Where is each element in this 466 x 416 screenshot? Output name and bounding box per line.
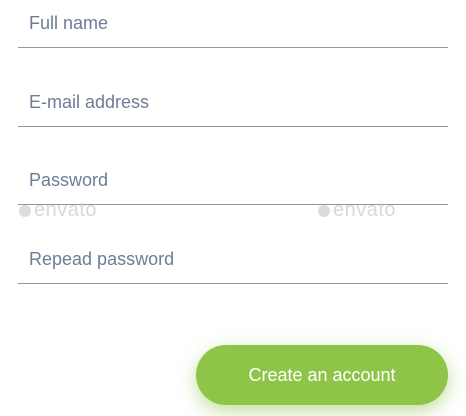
create-account-button[interactable]: Create an account [196,345,448,405]
email-input[interactable] [18,79,448,126]
watermark-logo-icon [19,205,31,217]
repeat-password-input[interactable] [18,236,448,283]
password-field-wrapper [18,157,448,205]
repeat-password-field-wrapper [18,236,448,284]
password-input[interactable] [18,157,448,204]
signup-form: envato envato Create an account [0,0,466,416]
full-name-input[interactable] [18,0,448,47]
email-field-wrapper [18,79,448,127]
watermark-logo-icon [318,205,330,217]
full-name-field-wrapper [18,0,448,48]
